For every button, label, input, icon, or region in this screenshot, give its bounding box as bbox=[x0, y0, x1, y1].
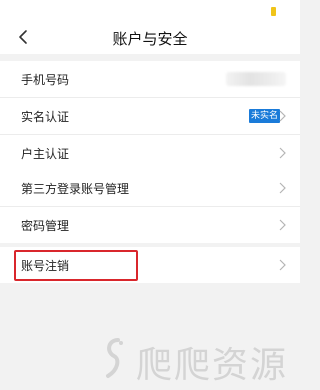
chevron-right-icon bbox=[278, 110, 286, 122]
row-label: 账号注销 bbox=[21, 259, 70, 273]
chevron-right-icon bbox=[278, 147, 286, 159]
account-cancel-group: 账号注销 bbox=[0, 247, 300, 283]
row-third-party-login[interactable]: 第三方登录账号管理 bbox=[0, 170, 300, 207]
nav-bar: 账户与安全 bbox=[0, 20, 300, 54]
account-security-page: 账户与安全 手机号码 实名认证 未实名 户主认证 第三方登录账号管理 密码管理 … bbox=[0, 0, 300, 390]
row-label: 户主认证 bbox=[21, 147, 70, 161]
identity-group: 手机号码 实名认证 未实名 户主认证 bbox=[0, 61, 300, 171]
watermark-logo bbox=[106, 338, 123, 378]
status-bar bbox=[0, 0, 300, 20]
phone-number-masked bbox=[226, 72, 286, 86]
row-label: 实名认证 bbox=[21, 110, 70, 124]
watermark: 爬爬资源 bbox=[100, 326, 300, 390]
row-householder-auth[interactable]: 户主认证 bbox=[0, 135, 300, 171]
row-password-management[interactable]: 密码管理 bbox=[0, 207, 300, 243]
row-label: 手机号码 bbox=[21, 73, 70, 87]
row-phone-number[interactable]: 手机号码 bbox=[0, 61, 300, 98]
row-label: 第三方登录账号管理 bbox=[21, 182, 130, 196]
page-title: 账户与安全 bbox=[112, 30, 188, 48]
row-real-name-auth[interactable]: 实名认证 未实名 bbox=[0, 98, 300, 135]
battery-icon bbox=[271, 7, 276, 16]
chevron-right-icon bbox=[278, 182, 286, 194]
watermark-text: 爬爬资源 bbox=[136, 345, 289, 386]
login-group: 第三方登录账号管理 密码管理 bbox=[0, 170, 300, 243]
row-account-cancellation[interactable]: 账号注销 bbox=[0, 247, 300, 283]
status-badge: 未实名 bbox=[248, 109, 280, 123]
chevron-right-icon bbox=[278, 219, 286, 231]
row-label: 密码管理 bbox=[21, 219, 70, 233]
chevron-right-icon bbox=[278, 259, 286, 271]
